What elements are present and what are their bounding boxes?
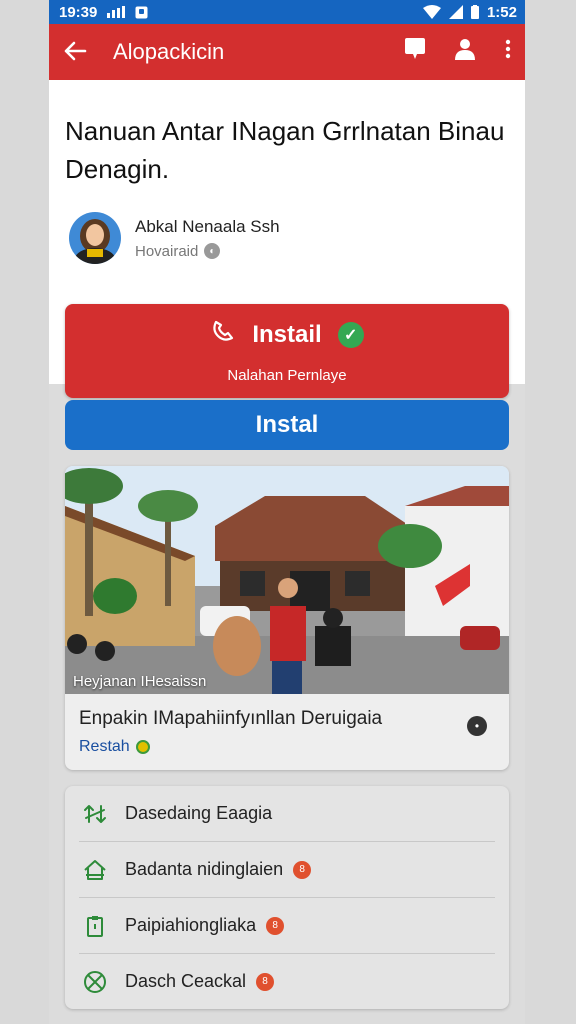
- author-subtitle-text: Hovairaid: [135, 242, 199, 260]
- list-item-label: Dasedaing Eaagia: [125, 803, 273, 823]
- news-card[interactable]: Heyjanan IHesaissn Enpakin IMapahiinfyın…: [65, 466, 509, 770]
- clipboard-icon: [81, 912, 109, 940]
- account-icon[interactable]: [455, 38, 475, 66]
- status-time: 19:39: [59, 3, 98, 21]
- menu-list: Dasedaing Eaagia Badanta nidinglaien 8 P…: [65, 786, 509, 1009]
- list-item-badge: 8: [256, 972, 275, 991]
- install-primary-label: Instail: [252, 320, 322, 348]
- status-bar: 19:39 1:52: [49, 0, 525, 24]
- list-item-badge: 8: [293, 860, 312, 879]
- install-primary-sublabel: Nalahan Pernlaye: [227, 367, 347, 384]
- list-item[interactable]: Dasch Ceackal 8: [79, 954, 495, 1009]
- photo-caption: Heyjanan IHesaissn: [73, 673, 207, 690]
- phone-call-icon: [210, 318, 236, 351]
- news-title: Enpakin IMapahiinfyınllan Deruigaia: [79, 708, 383, 729]
- list-item-label: Badanta nidinglaien: [125, 859, 284, 879]
- news-more-icon[interactable]: •: [467, 716, 487, 736]
- avatar: [69, 212, 121, 264]
- phone-screen: 19:39 1:52 Alopackicin Nanuan Antar INag…: [49, 0, 525, 1024]
- list-item[interactable]: Dasedaing Eaagia: [79, 786, 495, 842]
- status-time-right: 1:52: [486, 3, 517, 21]
- battery-icon: [470, 5, 479, 19]
- cell-signal-icon: [448, 5, 463, 19]
- list-item-label: Dasch Ceackal: [125, 971, 247, 991]
- article-headline: Nanuan Antar INagan Grrlnatan Binau Dena…: [65, 116, 505, 184]
- news-photo: Heyjanan IHesaissn: [65, 466, 509, 694]
- swap-arrows-icon: [81, 800, 109, 828]
- globe-icon: [81, 968, 109, 996]
- app-bar: Alopackicin: [49, 24, 525, 80]
- author-row[interactable]: Abkal Nenaala Ssh Hovairaid ◐: [65, 212, 509, 264]
- more-vert-icon[interactable]: [505, 39, 511, 65]
- author-subtitle: Hovairaid ◐: [135, 243, 280, 260]
- notification-icon: [135, 6, 148, 18]
- article-header-card: Nanuan Antar INagan Grrlnatan Binau Dena…: [49, 80, 525, 398]
- list-item-badge: 8: [266, 916, 285, 935]
- app-title: Alopackicin: [113, 39, 225, 64]
- author-name: Abkal Nenaala Ssh: [135, 216, 280, 236]
- globe-small-icon: ◐: [204, 243, 221, 259]
- news-source[interactable]: Restah: [79, 738, 495, 756]
- home-icon: [81, 856, 109, 884]
- list-item-label: Paipiahiongliaka: [125, 915, 257, 935]
- install-secondary-button[interactable]: Instal: [65, 400, 509, 450]
- news-source-label: Restah: [79, 738, 130, 755]
- back-arrow-icon[interactable]: [63, 37, 93, 68]
- list-item[interactable]: Paipiahiongliaka 8: [79, 898, 495, 954]
- comment-icon[interactable]: [405, 38, 425, 66]
- list-item[interactable]: Badanta nidinglaien 8: [79, 842, 495, 898]
- install-primary-button[interactable]: Instail ✓ Nalahan Pernlaye: [65, 304, 509, 398]
- signal-icon: [107, 6, 126, 18]
- wifi-icon: [422, 5, 441, 19]
- source-logo-icon: [135, 740, 150, 754]
- check-circle-icon: ✓: [337, 321, 364, 348]
